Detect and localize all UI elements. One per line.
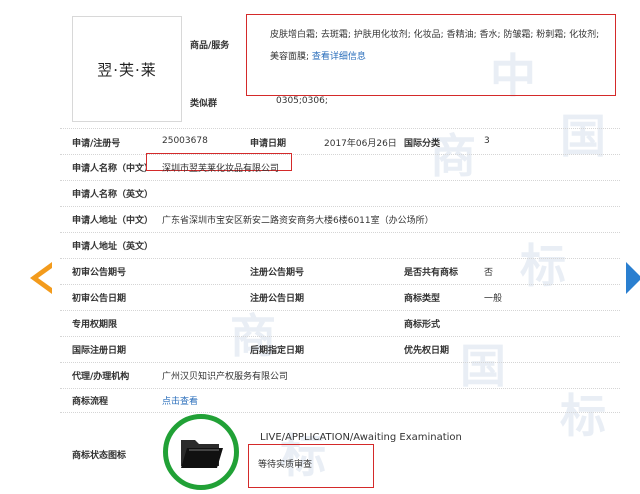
- row-divider: [60, 388, 620, 389]
- status-icon: [163, 414, 239, 490]
- intl-class-label: 国际分类: [404, 139, 441, 149]
- process-link[interactable]: 点击查看: [162, 394, 198, 407]
- trademark-image: 翌·芙·莱: [72, 16, 182, 122]
- reg-no-label: 申请/注册号: [72, 139, 121, 149]
- tm-type-label: 商标类型: [404, 294, 441, 304]
- agent-label: 代理/办理机构: [72, 372, 130, 382]
- exclusive-period-label: 专用权期限: [72, 320, 118, 330]
- shared-label: 是否共有商标: [404, 268, 459, 278]
- row-divider: [60, 412, 620, 413]
- later-date-label: 后期指定日期: [250, 346, 305, 356]
- goods-list: 皮肤增白霜; 去斑霜; 护肤用化妆剂; 化妆品; 香精油; 香水; 防皱霜; 粉…: [270, 24, 610, 68]
- row-divider: [60, 128, 620, 129]
- address-en-label: 申请人地址（英文）: [72, 242, 154, 252]
- reg-pub-date-label: 注册公告日期: [250, 294, 305, 304]
- similar-group-label: 类似群: [190, 99, 218, 109]
- address-cn-value: 广东省深圳市宝安区新安二路资安商务大楼6楼6011室（办公场所）: [162, 216, 434, 226]
- folder-icon: [181, 440, 223, 468]
- tm-form-label: 商标形式: [404, 320, 441, 330]
- next-arrow-icon[interactable]: [626, 262, 640, 294]
- row-divider: [60, 154, 620, 155]
- applicant-en-label: 申请人名称（英文）: [72, 190, 154, 200]
- reg-pub-no-label: 注册公告期号: [250, 268, 305, 278]
- view-details-link[interactable]: 查看详细信息: [312, 52, 366, 62]
- row-divider: [60, 206, 620, 207]
- agent-value: 广州汉贝知识产权服务有限公司: [162, 372, 289, 382]
- prelim-date-label: 初审公告日期: [72, 294, 127, 304]
- row-divider: [60, 232, 620, 233]
- goods-label: 商品/服务: [190, 41, 230, 51]
- tm-type-value: 一般: [484, 294, 503, 304]
- priority-date-label: 优先权日期: [404, 346, 450, 356]
- app-date-label: 申请日期: [250, 139, 287, 149]
- row-divider: [60, 310, 620, 311]
- row-divider: [60, 258, 620, 259]
- reg-no-value: 25003678: [162, 136, 208, 146]
- applicant-cn-label: 申请人名称（中文）: [72, 164, 154, 174]
- status-label: 商标状态图标: [72, 451, 127, 461]
- row-divider: [60, 180, 620, 181]
- similar-group-value: 0305;0306;: [276, 96, 328, 106]
- intl-reg-date-label: 国际注册日期: [72, 346, 127, 356]
- trademark-logo-text: 翌·芙·莱: [97, 60, 157, 79]
- shared-value: 否: [484, 268, 494, 278]
- row-divider: [60, 336, 620, 337]
- row-divider: [60, 362, 620, 363]
- process-label: 商标流程: [72, 397, 109, 407]
- status-en: LIVE/APPLICATION/Awaiting Examination: [260, 432, 462, 443]
- intl-class-value: 3: [484, 136, 490, 146]
- applicant-cn-value: 深圳市翌芙莱化妆品有限公司: [162, 164, 280, 174]
- prev-arrow-icon[interactable]: [30, 262, 52, 294]
- status-cn: 等待实质审查: [258, 460, 313, 470]
- trademark-detail: 翌·芙·莱 商品/服务 皮肤增白霜; 去斑霜; 护肤用化妆剂; 化妆品; 香精油…: [0, 0, 640, 494]
- app-date-value: 2017年06月26日: [324, 139, 397, 149]
- prelim-no-label: 初审公告期号: [72, 268, 127, 278]
- row-divider: [60, 284, 620, 285]
- address-cn-label: 申请人地址（中文）: [72, 216, 154, 226]
